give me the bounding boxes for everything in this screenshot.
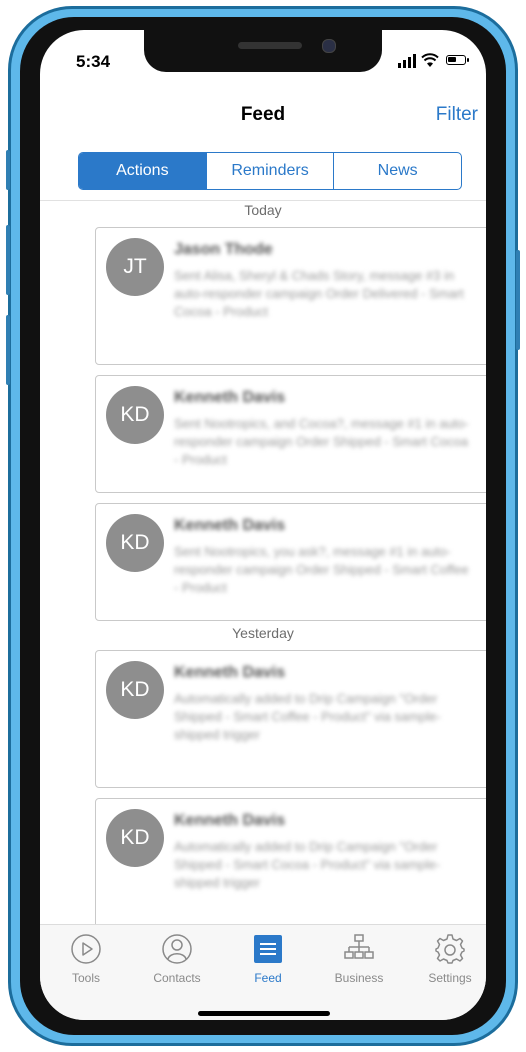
gear-icon — [435, 934, 465, 964]
tab-settings[interactable]: Settings — [405, 925, 486, 995]
status-time: 5:34 — [76, 52, 111, 71]
feed-message: Sent Alisa, Sheryl & Chads Story, messag… — [174, 268, 464, 319]
tab-tools[interactable]: Tools — [41, 925, 131, 995]
contact-name: Jason Thode — [174, 241, 273, 258]
tab-business[interactable]: Business — [314, 925, 404, 995]
tab-feed[interactable]: Feed — [223, 925, 313, 995]
avatar: KD — [106, 661, 164, 719]
side-button — [6, 315, 10, 385]
segment-news[interactable]: News — [333, 153, 461, 189]
feed-message: Sent Nootropics, you ask?, message #1 in… — [174, 544, 469, 595]
signal-icon — [413, 54, 416, 68]
person-circle-icon — [162, 934, 192, 964]
camera — [322, 39, 336, 53]
feed-segmented-control: Actions Reminders News — [78, 152, 462, 190]
feed-card[interactable]: JT Jason Thode Sent Alisa, Sheryl & Chad… — [95, 227, 486, 365]
feed-message: Automatically added to Drip Campaign "Or… — [174, 839, 441, 890]
tab-label: Business — [334, 971, 384, 985]
side-button — [6, 225, 10, 295]
avatar: JT — [106, 238, 164, 296]
contact-name: Kenneth Davis — [174, 664, 286, 681]
contact-name: Kenneth Davis — [174, 812, 286, 829]
tab-label: Settings — [428, 971, 472, 985]
page-title: Feed — [240, 104, 286, 125]
avatar: KD — [106, 386, 164, 444]
tab-bar: Tools Contacts Feed Business Settings — [40, 924, 486, 1020]
signal-icon — [403, 60, 406, 68]
signal-icon — [408, 57, 411, 68]
org-chart-icon — [344, 934, 374, 959]
speaker — [238, 42, 302, 49]
tab-label: Contacts — [153, 971, 201, 985]
segment-reminders[interactable]: Reminders — [205, 153, 334, 189]
section-header-today: Today — [244, 202, 282, 218]
contact-name: Kenneth Davis — [174, 517, 286, 534]
feed-card[interactable]: KD Kenneth Davis Sent Nootropics, you as… — [95, 503, 486, 621]
avatar: KD — [106, 514, 164, 572]
contact-name: Kenneth Davis — [174, 389, 286, 406]
wifi-icon — [421, 53, 439, 67]
list-icon — [254, 935, 282, 963]
battery-icon — [446, 55, 466, 65]
feed-card[interactable]: KD Kenneth Davis Sent Nootropics, and Co… — [95, 375, 486, 493]
side-button — [516, 250, 520, 350]
divider — [40, 200, 486, 201]
section-header-yesterday: Yesterday — [232, 625, 294, 641]
status-icons — [398, 52, 476, 68]
side-button — [6, 150, 10, 190]
feed-message: Automatically added to Drip Campaign "Or… — [174, 691, 441, 742]
home-indicator[interactable] — [198, 1011, 330, 1016]
segment-actions[interactable]: Actions — [79, 153, 206, 189]
battery-tip — [467, 58, 469, 62]
feed-card[interactable]: KD Kenneth Davis Automatically added to … — [95, 650, 486, 788]
app-screen: 5:34 Feed Filter Actions Reminders News … — [40, 30, 486, 1020]
feed-message: Sent Nootropics, and Cocoa?, message #1 … — [174, 416, 469, 467]
signal-icon — [398, 63, 401, 68]
tab-label: Tools — [71, 971, 100, 985]
notch — [144, 30, 382, 72]
avatar: KD — [106, 809, 164, 867]
filter-button[interactable]: Filter — [436, 104, 478, 126]
play-circle-icon — [71, 934, 101, 964]
tab-contacts[interactable]: Contacts — [132, 925, 222, 995]
tab-label: Feed — [254, 971, 282, 985]
